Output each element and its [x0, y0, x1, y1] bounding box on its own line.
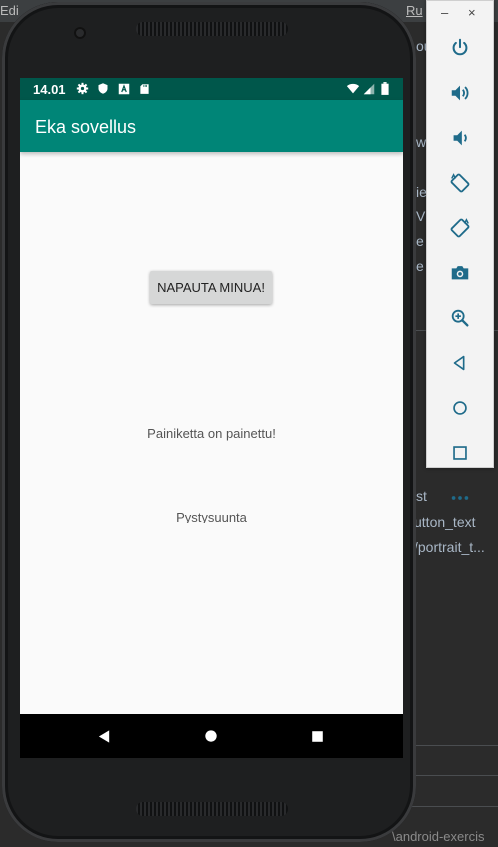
battery-icon [381, 82, 394, 95]
rotate-right-icon[interactable] [447, 215, 473, 241]
divider [412, 806, 498, 807]
code-fragment: e [416, 233, 424, 249]
menu-edit[interactable]: Edi [0, 3, 19, 18]
close-button[interactable]: × [468, 5, 476, 20]
overview-icon[interactable] [447, 440, 473, 466]
power-icon[interactable] [447, 35, 473, 61]
menu-run[interactable]: Ru [406, 3, 423, 18]
status-bar: 14.01 [20, 78, 403, 100]
shield-icon [97, 82, 110, 95]
volume-down-icon[interactable] [447, 125, 473, 151]
status-time: 14.01 [33, 82, 66, 97]
bottom-speaker [136, 802, 288, 816]
back-icon[interactable] [90, 722, 118, 750]
home-icon[interactable] [447, 395, 473, 421]
code-fragment: V [416, 208, 426, 224]
divider [412, 775, 498, 776]
phone-screen: 14.01 Eka sovellus NAPAUTA MINUA! Painik… [20, 78, 403, 758]
sd-card-icon [139, 82, 152, 95]
code-fragment: \android-exercis [392, 829, 485, 844]
divider [412, 745, 498, 746]
status-message: Painiketta on painettu! [147, 426, 276, 441]
a-icon [118, 82, 131, 95]
recents-icon[interactable] [303, 722, 331, 750]
code-fragment: e [416, 258, 424, 274]
app-bar: Eka sovellus [20, 100, 403, 152]
rotate-left-icon[interactable] [447, 170, 473, 196]
orientation-text-clip: Pystysuunta [20, 510, 403, 523]
orientation-text: Pystysuunta [176, 510, 247, 523]
code-fragment: w [416, 134, 427, 150]
zoom-icon[interactable] [447, 305, 473, 331]
emulator-toolbar: – × [426, 0, 494, 500]
emulated-phone: 14.01 Eka sovellus NAPAUTA MINUA! Painik… [2, 2, 416, 842]
code-fragment: utton_text [414, 514, 476, 530]
front-camera [74, 27, 86, 39]
app-title: Eka sovellus [35, 117, 137, 137]
volume-up-icon[interactable] [447, 80, 473, 106]
code-fragment: /portrait_t... [414, 539, 485, 555]
navigation-bar [20, 714, 403, 758]
more-icon[interactable] [447, 485, 473, 511]
minimize-button[interactable]: – [441, 5, 448, 20]
code-fragment: st [416, 488, 427, 504]
signal-icon [363, 82, 376, 95]
top-speaker [136, 22, 288, 36]
gear-icon [76, 82, 89, 95]
tap-me-button[interactable]: NAPAUTA MINUA! [150, 271, 272, 304]
wifi-icon [346, 82, 360, 95]
camera-icon[interactable] [447, 260, 473, 286]
back-icon[interactable] [447, 350, 473, 376]
home-icon[interactable] [197, 722, 225, 750]
